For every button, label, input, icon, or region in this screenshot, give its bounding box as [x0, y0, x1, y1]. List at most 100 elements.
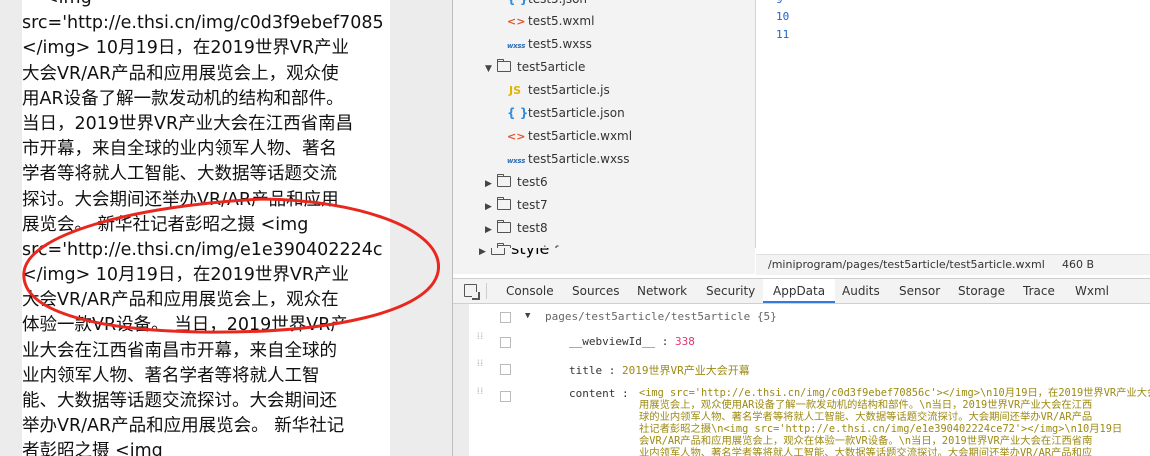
file-tree-item-label: test5.json [528, 0, 587, 6]
appdata-row-content: content : [569, 387, 629, 400]
row-separator: : [655, 335, 675, 348]
file-tree: { }test5.json<>test5.wxmlwxsstest5.wxss▼… [453, 0, 755, 248]
file-size: 460 B [1062, 258, 1095, 271]
chevron-right-icon[interactable]: ▶ [485, 173, 497, 196]
simulator-right-gutter [390, 0, 452, 456]
content-line: 会VR/AR产品和应用展览会上，观众在体验一款VR设备。\n当日，2019世界V… [639, 435, 1093, 447]
tab-storage[interactable]: Storage [958, 279, 1005, 303]
article-line: 大会VR/AR产品和应用展览会上，观众使 [22, 63, 339, 84]
file-path: /miniprogram/pages/test5article/test5art… [768, 258, 1045, 271]
article-line: 市开幕，来自全球的业内领军人物、著名 [22, 139, 337, 160]
article-line: 者彭昭之摄 <img [22, 441, 163, 456]
wxss-icon: wxss [507, 157, 526, 165]
content-line: 业内领军人物、著名学者等将就人工智能、大数据等话题交流探讨。大会期间还举办VR/… [639, 447, 1093, 456]
file-tree-item-test8[interactable]: ▶ test8 [485, 217, 548, 240]
line-number: 10 [776, 10, 790, 23]
page-path-text: pages/test5article/test5article [545, 310, 751, 323]
appdata-page-path: pages/test5article/test5article {5} [545, 310, 777, 323]
file-tree-item-label: test8 [517, 221, 548, 235]
tab-sensor[interactable]: Sensor [899, 279, 940, 303]
folder-icon [497, 197, 511, 210]
article-line: 体验一款VR设备。 当日，2019世界VR产 [22, 315, 348, 336]
tab-trace[interactable]: Trace [1023, 279, 1055, 303]
content-line: <img src='http://e.thsi.cn/img/c0d3f9ebe… [639, 387, 1150, 399]
chevron-right-icon: ▶ [479, 248, 486, 257]
row-checkbox[interactable] [500, 337, 511, 348]
article-line: 探讨。大会期间还举办VR/AR产品和应用 [22, 189, 339, 210]
simulator-left-gutter [0, 0, 22, 456]
file-tree-item-test7[interactable]: ▶ test7 [485, 194, 548, 217]
article-line: 举办VR/AR产品和应用展览会。 新华社记 [22, 416, 345, 437]
row-separator: : [615, 387, 629, 400]
line-number: 11 [776, 28, 790, 41]
row-checkbox[interactable] [500, 391, 511, 402]
file-tree-item-userinfo[interactable]: ▶userinfo [485, 240, 566, 248]
article-line: 能、大数据等话题交流探讨。大会期间还 [22, 391, 337, 411]
js-icon: JS [508, 84, 521, 97]
drag-handle-icon[interactable]: ⁞⁞ [477, 333, 485, 346]
wxml-icon: <> [507, 15, 526, 28]
file-tree-item-test5-wxss[interactable]: wxss test5.wxss [507, 33, 592, 56]
file-tree-item-label: test5article [517, 60, 586, 74]
file-tree-item-style[interactable]: ▶ style [479, 248, 549, 260]
appdata-gutter [453, 304, 469, 456]
chevron-right-icon[interactable]: ▶ [485, 219, 497, 242]
tab-network[interactable]: Network [637, 279, 687, 303]
folder-icon [497, 220, 511, 233]
article-line: 学者等将就人工智能、大数据等话题交流 [22, 164, 337, 185]
appdata-panel: ▼ pages/test5article/test5article {5} ⁞⁞… [453, 304, 1150, 456]
content-value[interactable]: <img src='http://e.thsi.cn/img/c0d3f9ebe… [639, 387, 1150, 456]
file-tree-item-test5article-json[interactable]: { }test5article.json [507, 102, 625, 125]
chevron-right-icon[interactable]: ▶ [485, 196, 497, 219]
row-key: __webviewId__ [569, 335, 656, 348]
file-tree-item-label: test7 [517, 198, 548, 212]
tab-console[interactable]: Console [506, 279, 554, 303]
triangle-down-icon[interactable]: ▼ [525, 311, 530, 321]
drag-handle-icon[interactable]: ⁞⁞ [477, 388, 485, 401]
file-tree-item-label: test5.wxss [528, 37, 592, 51]
article-line: src='http://e.thsi.cn/img/c0d3f9ebef7085 [22, 13, 384, 34]
chevron-down-icon[interactable]: ▼ [485, 58, 497, 81]
tab-security[interactable]: Security [706, 279, 755, 303]
article-line: 用AR设备了解一款发动机的结构和部件。 [22, 88, 344, 109]
tab-wxml[interactable]: Wxml [1075, 279, 1109, 303]
file-tree-item-label: test6 [517, 175, 548, 189]
folder-icon [491, 248, 505, 255]
article-line: <img [22, 0, 390, 11]
file-tree-item-test5article-js[interactable]: JS test5article.js [507, 79, 610, 102]
file-tree-item-label: test5article.json [528, 106, 625, 120]
article-line: 业大会在江西省南昌市开幕，来自全球的 [22, 340, 337, 361]
content-line: 用展览会上，观众使用AR设备了解一款发动机的结构和部件。\n当日，2019世界V… [639, 399, 1093, 411]
file-tree-item-test5-wxml[interactable]: <> test5.wxml [507, 10, 594, 33]
appdata-row-webviewid: __webviewId__ : 338 [569, 335, 695, 348]
code-editor[interactable]: 9 10 11 [756, 0, 1150, 248]
devtools-tab-bar: Console Sources Network Security AppData… [453, 278, 1150, 304]
article-line: </img> 10月19日，在2019世界VR产业 [22, 38, 350, 59]
editor-status-bar: /miniprogram/pages/test5article/test5art… [756, 254, 1150, 275]
tab-sources[interactable]: Sources [572, 279, 619, 303]
file-tree-overflow: ▶ style [453, 248, 755, 274]
file-tree-item-test5article-wxss[interactable]: wxss test5article.wxss [507, 148, 630, 171]
tab-appdata[interactable]: AppData [763, 279, 836, 303]
article-line: 展览会。 新华社记者彭昭之摄 <img [22, 214, 309, 235]
row-value[interactable]: 338 [675, 335, 695, 348]
file-tree-item-test5article[interactable]: ▼ test5article [485, 56, 585, 79]
tab-audits[interactable]: Audits [842, 279, 880, 303]
article-text: <img src='http://e.thsi.cn/img/c0d3f9ebef… [22, 0, 390, 456]
inspect-element-icon[interactable] [464, 284, 477, 297]
file-tree-item-label: test5.wxml [528, 14, 595, 28]
article-line: src='http://e.thsi.cn/img/e1e390402224c [22, 239, 383, 260]
row-value[interactable]: 2019世界VR产业大会开幕 [622, 364, 750, 377]
wxss-icon: wxss [507, 42, 526, 50]
simulator-view[interactable]: <img src='http://e.thsi.cn/img/c0d3f9ebef… [22, 0, 390, 456]
key-count: {5} [756, 310, 777, 323]
row-checkbox[interactable] [500, 312, 511, 323]
row-key: title [569, 364, 603, 377]
row-checkbox[interactable] [500, 364, 511, 375]
article-line: </img> 10月19日，在2019世界VR产业 [22, 265, 350, 286]
content-line: 球的业内领军人物、著名学者等将就人工智能、大数据等话题交流探讨。大会期间还举办V… [639, 411, 1093, 423]
drag-handle-icon[interactable]: ⁞⁞ [477, 360, 485, 373]
file-tree-item-test6[interactable]: ▶ test6 [485, 171, 548, 194]
file-tree-item-test5article-wxml[interactable]: <> test5article.wxml [507, 125, 632, 148]
appdata-row-title: title : 2019世界VR产业大会开幕 [569, 362, 750, 378]
